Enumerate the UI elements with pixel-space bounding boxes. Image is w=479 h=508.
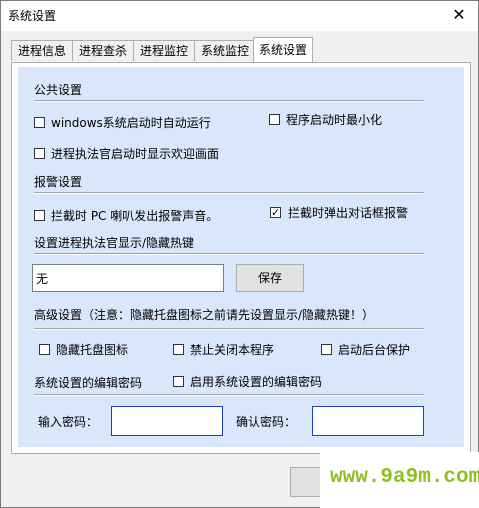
confirm-password-input[interactable] [312,406,424,436]
hotkey-value: 无 [36,272,49,286]
dialog-alarm-label[interactable]: 拦截时弹出对话框报警 [288,204,408,221]
close-icon[interactable]: ✕ [440,1,478,31]
tab-process-monitor[interactable]: 进程监控 [133,40,195,61]
dialog-alarm-checkbox[interactable]: ✓ [270,207,281,218]
hide-tray-checkbox[interactable] [39,344,50,355]
divider [34,100,424,102]
enable-password-label[interactable]: 启用系统设置的编辑密码 [190,373,322,390]
bg-protect-label[interactable]: 启动后台保护 [338,341,410,358]
hide-tray-label[interactable]: 隐藏托盘图标 [56,341,128,358]
divider [34,253,424,255]
enable-password-checkbox[interactable] [173,376,184,387]
settings-content: 公共设置 windows系统启动时自动运行 程序启动时最小化 进程执法官启动时显… [18,67,464,447]
divider [34,328,424,330]
settings-window: 系统设置 ✕ 进程信息 进程查杀 进程监控 系统监控 系统设置 公共设置 win… [0,0,479,508]
input-password-label: 输入密码： [38,415,99,429]
tab-process-info[interactable]: 进程信息 [11,40,73,61]
tab-system-monitor[interactable]: 系统监控 [194,40,256,61]
no-close-checkbox[interactable] [173,344,184,355]
divider [34,192,424,194]
bg-protect-checkbox[interactable] [321,344,332,355]
watermark: www.9a9m.com [320,452,479,508]
welcome-checkbox[interactable] [34,148,45,159]
autostart-label[interactable]: windows系统启动时自动运行 [51,114,211,131]
tab-process-kill[interactable]: 进程查杀 [72,40,134,61]
hotkey-heading: 设置进程执法官显示/隐藏热键 [34,236,195,250]
password-heading: 系统设置的编辑密码 [34,376,143,390]
advanced-settings-heading: 高级设置（注意：隐藏托盘图标之前请先设置显示/隐藏热键！） [34,308,375,322]
public-settings-heading: 公共设置 [34,83,83,97]
minimize-checkbox[interactable] [269,114,280,125]
alarm-settings-heading: 报警设置 [34,175,83,189]
settings-panel: 公共设置 windows系统启动时自动运行 程序启动时最小化 进程执法官启动时显… [11,62,471,454]
save-button[interactable]: 保存 [236,264,304,292]
welcome-label[interactable]: 进程执法官启动时显示欢迎画面 [51,145,219,162]
no-close-label[interactable]: 禁止关闭本程序 [190,341,274,358]
watermark-text: www.9a9m.com [330,466,479,489]
confirm-password-label: 确认密码： [236,415,297,429]
divider [34,394,424,396]
minimize-label[interactable]: 程序启动时最小化 [286,111,382,128]
title-bar[interactable]: 系统设置 ✕ [1,1,478,31]
speaker-alarm-label[interactable]: 拦截时 PC 喇叭发出报警声音。 [51,207,218,224]
password-input[interactable] [111,406,223,436]
window-title: 系统设置 [8,9,57,23]
tab-system-settings[interactable]: 系统设置 [253,37,313,62]
speaker-alarm-checkbox[interactable] [34,210,45,221]
hotkey-input[interactable]: 无 [32,264,224,292]
autostart-checkbox[interactable] [34,117,45,128]
